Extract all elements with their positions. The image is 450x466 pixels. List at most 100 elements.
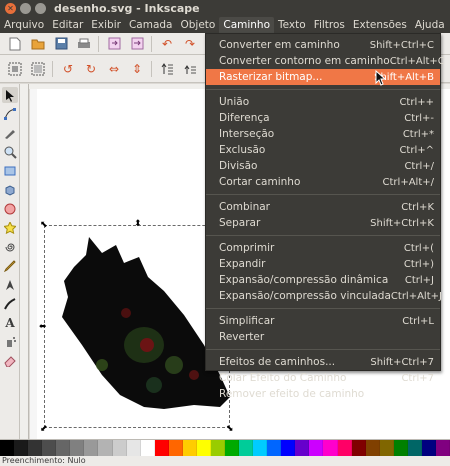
open-icon[interactable] <box>30 36 46 52</box>
node-tool-icon[interactable] <box>2 106 18 122</box>
color-swatch[interactable] <box>323 440 338 456</box>
menu-ajuda[interactable]: Ajuda <box>411 17 449 33</box>
menu-item-expansao-dinamica[interactable]: Expansão/compressão dinâmica Ctrl+J <box>206 272 440 288</box>
menu-item-converter-em-caminho[interactable]: Converter em caminho Shift+Ctrl+C <box>206 37 440 53</box>
maximize-window-button[interactable] <box>35 3 46 14</box>
text-tool-icon[interactable]: A <box>2 315 18 331</box>
color-swatch[interactable] <box>225 440 240 456</box>
scale-handle-bottom-left[interactable]: ⬋ <box>40 425 48 434</box>
color-swatch[interactable] <box>14 440 29 456</box>
menu-item-divisao[interactable]: Divisão Ctrl+/ <box>206 158 440 174</box>
save-icon[interactable] <box>53 36 69 52</box>
menu-item-expandir[interactable]: Expandir Ctrl+) <box>206 256 440 272</box>
3d-box-tool-icon[interactable] <box>2 182 18 198</box>
pencil-tool-icon[interactable] <box>2 258 18 274</box>
color-swatch[interactable] <box>337 440 352 456</box>
menu-item-diferenca[interactable]: Diferença Ctrl+- <box>206 110 440 126</box>
color-swatch[interactable] <box>182 440 197 456</box>
redo-icon[interactable]: ↷ <box>182 36 198 52</box>
export-icon[interactable] <box>129 36 145 52</box>
vertical-ruler[interactable] <box>20 84 29 458</box>
color-swatch[interactable] <box>267 440 282 456</box>
color-swatch[interactable] <box>379 440 394 456</box>
spiral-tool-icon[interactable] <box>2 239 18 255</box>
color-swatch[interactable] <box>126 440 141 456</box>
color-swatch[interactable] <box>309 440 324 456</box>
menu-item-combinar[interactable]: Combinar Ctrl+K <box>206 199 440 215</box>
eraser-tool-icon[interactable] <box>2 353 18 369</box>
color-swatch[interactable] <box>295 440 310 456</box>
color-swatch[interactable] <box>112 440 127 456</box>
menu-item-cortar-caminho[interactable]: Cortar caminho Ctrl+Alt+/ <box>206 174 440 190</box>
color-swatch[interactable] <box>281 440 296 456</box>
select-all-icon[interactable] <box>7 61 23 77</box>
import-icon[interactable] <box>106 36 122 52</box>
menu-item-uniao[interactable]: União Ctrl++ <box>206 94 440 110</box>
ellipse-tool-icon[interactable] <box>2 201 18 217</box>
menu-item-converter-contorno[interactable]: Converter contorno em caminho Ctrl+Alt+C <box>206 53 445 69</box>
rotate-ccw-icon[interactable]: ↺ <box>60 61 76 77</box>
menu-camada[interactable]: Camada <box>125 17 177 33</box>
undo-icon[interactable]: ↶ <box>159 36 175 52</box>
menu-item-colar-efeito[interactable]: Colar Efeito do Caminho Ctrl+7 <box>206 370 440 386</box>
menu-editar[interactable]: Editar <box>48 17 87 33</box>
scale-handle-bottom-right[interactable]: ⬊ <box>226 425 234 434</box>
color-swatch[interactable] <box>84 440 99 456</box>
color-swatch[interactable] <box>56 440 71 456</box>
color-swatch[interactable] <box>140 440 155 456</box>
menu-item-remover-efeito[interactable]: Remover efeito de caminho <box>206 386 440 402</box>
color-swatch[interactable] <box>393 440 408 456</box>
color-swatch[interactable] <box>70 440 85 456</box>
select-all-layers-icon[interactable] <box>30 61 46 77</box>
scale-handle-left[interactable]: ⬌ <box>39 323 47 332</box>
tweak-tool-icon[interactable] <box>2 125 18 141</box>
color-swatch[interactable] <box>210 440 225 456</box>
color-swatch[interactable] <box>421 440 436 456</box>
pen-tool-icon[interactable] <box>2 277 18 293</box>
menu-item-intersecao[interactable]: Interseção Ctrl+* <box>206 126 440 142</box>
color-swatch[interactable] <box>0 440 15 456</box>
raise-to-top-icon[interactable] <box>159 61 175 77</box>
menu-item-efeitos-de-caminhos[interactable]: Efeitos de caminhos... Shift+Ctrl+7 <box>206 354 440 370</box>
color-swatch[interactable] <box>98 440 113 456</box>
zoom-tool-icon[interactable] <box>2 144 18 160</box>
flip-horizontal-icon[interactable]: ⇔ <box>106 61 122 77</box>
menu-item-reverter[interactable]: Reverter <box>206 329 440 345</box>
menu-item-simplificar[interactable]: Simplificar Ctrl+L <box>206 313 440 329</box>
spray-tool-icon[interactable] <box>2 334 18 350</box>
menu-item-expansao-vinculada[interactable]: Expansão/compressão vinculada Ctrl+Alt+J <box>206 288 442 304</box>
color-swatch[interactable] <box>154 440 169 456</box>
close-window-button[interactable]: ✕ <box>5 3 16 14</box>
color-swatch[interactable] <box>407 440 422 456</box>
selector-tool-icon[interactable] <box>2 87 18 103</box>
color-swatch[interactable] <box>196 440 211 456</box>
color-swatch[interactable] <box>435 440 450 456</box>
menu-texto[interactable]: Texto <box>274 17 310 33</box>
color-swatch[interactable] <box>365 440 380 456</box>
menu-exibir[interactable]: Exibir <box>87 17 125 33</box>
menu-filtros[interactable]: Filtros <box>310 17 349 33</box>
color-swatch[interactable] <box>351 440 366 456</box>
menu-objeto[interactable]: Objeto <box>177 17 220 33</box>
scale-handle-top-left[interactable]: ⬉ <box>40 221 48 230</box>
rectangle-tool-icon[interactable] <box>2 163 18 179</box>
print-icon[interactable] <box>76 36 92 52</box>
menu-caminho[interactable]: Caminho <box>219 17 275 33</box>
menu-item-separar[interactable]: Separar Shift+Ctrl+K <box>206 215 440 231</box>
color-swatch[interactable] <box>168 440 183 456</box>
menu-extensoes[interactable]: Extensões <box>349 17 411 33</box>
scale-handle-top[interactable]: ⬍ <box>134 220 142 229</box>
minimize-window-button[interactable] <box>20 3 31 14</box>
rotate-cw-icon[interactable]: ↻ <box>83 61 99 77</box>
color-swatch[interactable] <box>239 440 254 456</box>
calligraphy-tool-icon[interactable] <box>2 296 18 312</box>
color-swatch[interactable] <box>253 440 268 456</box>
menu-item-comprimir[interactable]: Comprimir Ctrl+( <box>206 240 440 256</box>
star-tool-icon[interactable] <box>2 220 18 236</box>
flip-vertical-icon[interactable]: ⇕ <box>129 61 145 77</box>
raise-icon[interactable] <box>182 61 198 77</box>
new-icon[interactable] <box>7 36 23 52</box>
menu-item-exclusao[interactable]: Exclusão Ctrl+^ <box>206 142 440 158</box>
menu-arquivo[interactable]: Arquivo <box>0 17 48 33</box>
color-swatch[interactable] <box>42 440 57 456</box>
